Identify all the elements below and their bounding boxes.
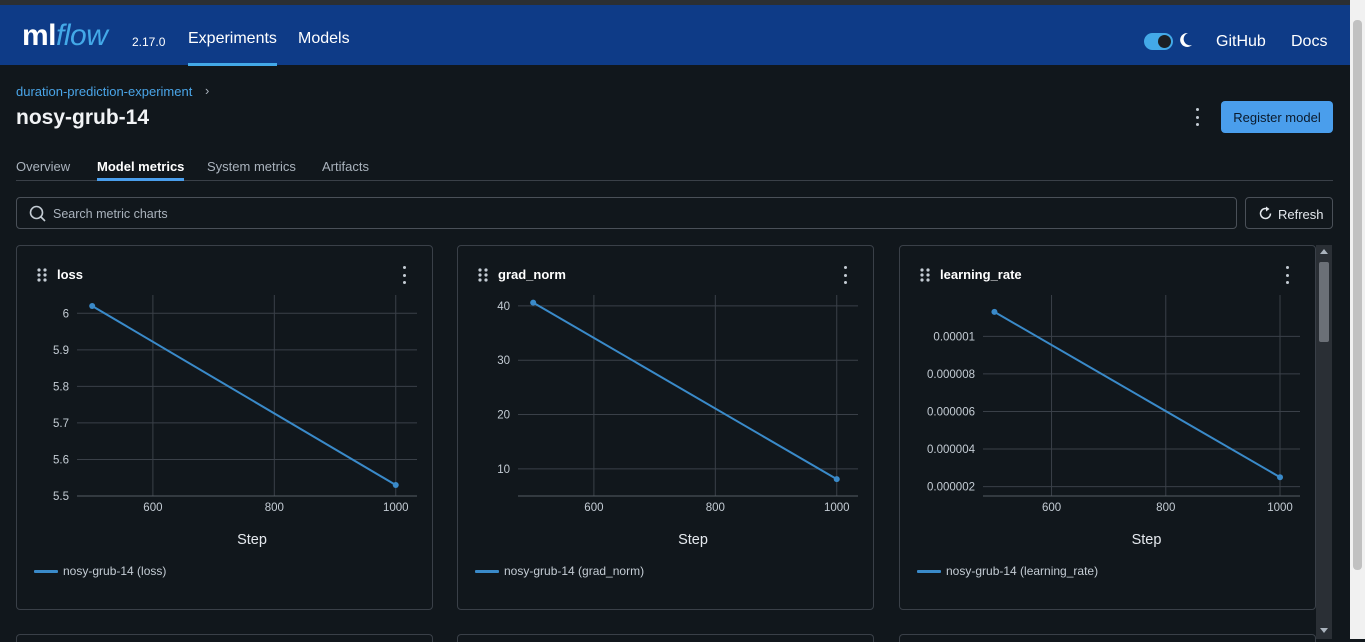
legend-label: nosy-grub-14 (loss) [63,564,167,578]
chart-card-loss: loss 600 800 1000 5.5 5.6 5.7 5.8 5.9 6 Step nosy… [16,245,433,610]
breadcrumb-experiment-link[interactable]: duration-prediction-experiment [16,84,192,99]
version-label: 2.17.0 [132,35,166,49]
chart-title: loss [57,267,84,282]
legend-label: nosy-grub-14 (grad_norm) [504,564,645,578]
chart-title: grad_norm [498,267,566,282]
x-tick-label: 1000 [824,502,850,514]
y-tick-label: 5.5 [53,491,69,503]
chart-legend[interactable]: nosy-grub-14 (loss) [34,564,166,578]
chart-plot-learning-rate: 600 800 1000 0.000002 0.000004 0.000006 0.0000… [927,295,1300,548]
x-tick-label: 600 [143,502,162,514]
x-tick-label: 600 [1042,502,1061,514]
chart-card-next [457,634,874,642]
chart-plot-loss: 600 800 1000 5.5 5.6 5.7 5.8 5.9 6 Step [53,295,417,548]
x-tick-label: 800 [706,502,725,514]
data-point [1277,474,1284,481]
x-axis-label: Step [237,532,267,548]
x-tick-label: 600 [584,502,603,514]
y-tick-label: 30 [497,355,510,367]
drag-handle-icon[interactable] [919,267,931,283]
x-tick-label: 800 [265,502,284,514]
y-tick-label: 20 [497,410,510,422]
logo-ml: ml [22,19,57,52]
scroll-down-icon[interactable] [1320,628,1328,633]
breadcrumb-chevron-icon: › [205,83,210,98]
nav-experiments[interactable]: Experiments [188,30,277,66]
legend-label: nosy-grub-14 (learning_rate) [946,564,1099,578]
docs-link[interactable]: Docs [1291,33,1327,51]
legend-swatch [475,569,499,573]
chart-card-learning-rate: learning_rate 600 800 1000 0.000002 0.000004… [899,245,1316,610]
x-tick-label: 1000 [1267,502,1293,514]
chart-options-icon[interactable] [1282,266,1292,284]
series-line [91,305,397,486]
chart-legend[interactable]: nosy-grub-14 (learning_rate) [917,564,1098,578]
nav-models[interactable]: Models [298,30,350,48]
x-tick-label: 1000 [383,502,409,514]
data-point [530,299,537,306]
drag-handle-icon[interactable] [36,267,48,283]
legend-swatch [34,569,58,573]
data-point [991,308,998,315]
y-tick-label: 10 [497,464,510,476]
refresh-button[interactable]: Refresh [1245,197,1333,229]
y-tick-label: 0.000008 [927,369,975,381]
chart-card-next [16,634,433,642]
top-nav-bar: mlflow 2.17.0 Experiments Models GitHub … [0,0,1350,66]
github-link[interactable]: GitHub [1216,33,1266,51]
x-axis-label: Step [678,532,708,548]
tab-artifacts[interactable]: Artifacts [322,159,369,174]
tab-model-metrics[interactable]: Model metrics [97,159,185,181]
legend-swatch [917,569,941,573]
page-scrollbar-thumb[interactable] [1353,20,1362,570]
x-tick-label: 800 [1156,502,1175,514]
chart-options-icon[interactable] [840,266,850,284]
y-tick-label: 0.00001 [933,331,975,343]
logo-flow: flow [56,19,108,52]
y-tick-label: 5.7 [53,418,69,430]
drag-handle-icon[interactable] [477,267,489,283]
page-title: nosy-grub-14 [16,106,150,129]
charts-scrollbar[interactable] [1316,245,1332,639]
y-tick-label: 5.9 [53,345,69,357]
search-icon [29,205,46,222]
y-tick-label: 0.000006 [927,406,975,418]
y-tick-label: 6 [63,308,69,320]
chart-title: learning_rate [940,267,1022,282]
data-point [392,482,399,489]
moon-icon [1180,32,1192,47]
chart-plot-grad-norm: 600 800 1000 10 20 30 40 Step [497,295,858,548]
refresh-icon [1259,206,1272,220]
theme-toggle[interactable] [1144,33,1173,50]
page-scrollbar[interactable] [1350,0,1365,639]
series-line [532,301,838,481]
search-placeholder: Search metric charts [53,207,168,221]
y-tick-label: 0.000004 [927,444,976,456]
y-tick-label: 0.000002 [927,482,975,494]
search-metric-charts-input[interactable]: Search metric charts [16,197,1237,229]
chart-card-next [899,634,1316,642]
run-more-options-icon[interactable] [1192,108,1202,126]
chart-legend[interactable]: nosy-grub-14 (grad_norm) [475,564,644,578]
mlflow-logo[interactable]: mlflow [22,19,108,53]
y-tick-label: 40 [497,301,510,313]
data-point [833,476,840,483]
x-axis-label: Step [1132,532,1162,548]
chart-card-grad-norm: grad_norm 600 800 1000 10 20 30 40 Step nosy-gr… [457,245,874,610]
run-tabs: Overview Model metrics System metrics Ar… [16,157,1333,181]
chart-options-icon[interactable] [399,266,409,284]
tab-overview[interactable]: Overview [16,159,70,174]
data-point [89,302,96,309]
y-tick-label: 5.8 [53,381,69,393]
y-tick-label: 5.6 [53,454,69,466]
charts-scrollbar-thumb[interactable] [1319,262,1329,342]
refresh-label: Refresh [1278,207,1324,222]
tab-system-metrics[interactable]: System metrics [207,159,296,174]
register-model-button[interactable]: Register model [1221,101,1333,133]
scroll-up-icon[interactable] [1320,249,1328,254]
